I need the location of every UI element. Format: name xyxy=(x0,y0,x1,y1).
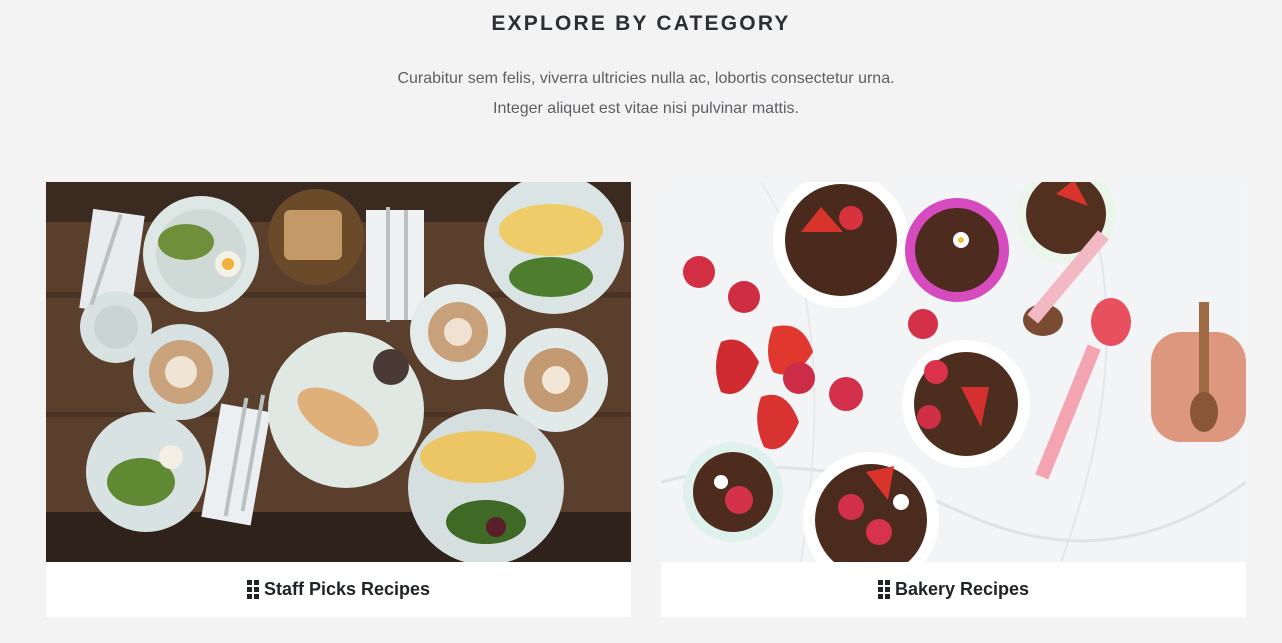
section-description: Curabitur sem felis, viverra ultricies n… xyxy=(397,70,895,117)
category-caption-bakery[interactable]: Bakery Recipes xyxy=(661,562,1246,617)
category-card-bakery[interactable]: Bakery Recipes xyxy=(661,182,1246,617)
grid-icon xyxy=(877,580,890,599)
category-label: Bakery Recipes xyxy=(894,579,1030,599)
chocolate-strawberry-desserts-photo[interactable] xyxy=(661,182,1246,562)
category-card-staff-picks[interactable]: Staff Picks Recipes xyxy=(46,182,631,617)
explore-by-category-section: EXPLORE BY CATEGORY Curabitur sem felis,… xyxy=(0,0,1282,643)
category-caption-staff-picks[interactable]: Staff Picks Recipes xyxy=(46,562,631,617)
category-label: Staff Picks Recipes xyxy=(263,579,431,599)
grid-icon xyxy=(246,580,259,599)
breakfast-table-photo[interactable] xyxy=(46,182,631,562)
section-title: EXPLORE BY CATEGORY xyxy=(491,12,791,35)
